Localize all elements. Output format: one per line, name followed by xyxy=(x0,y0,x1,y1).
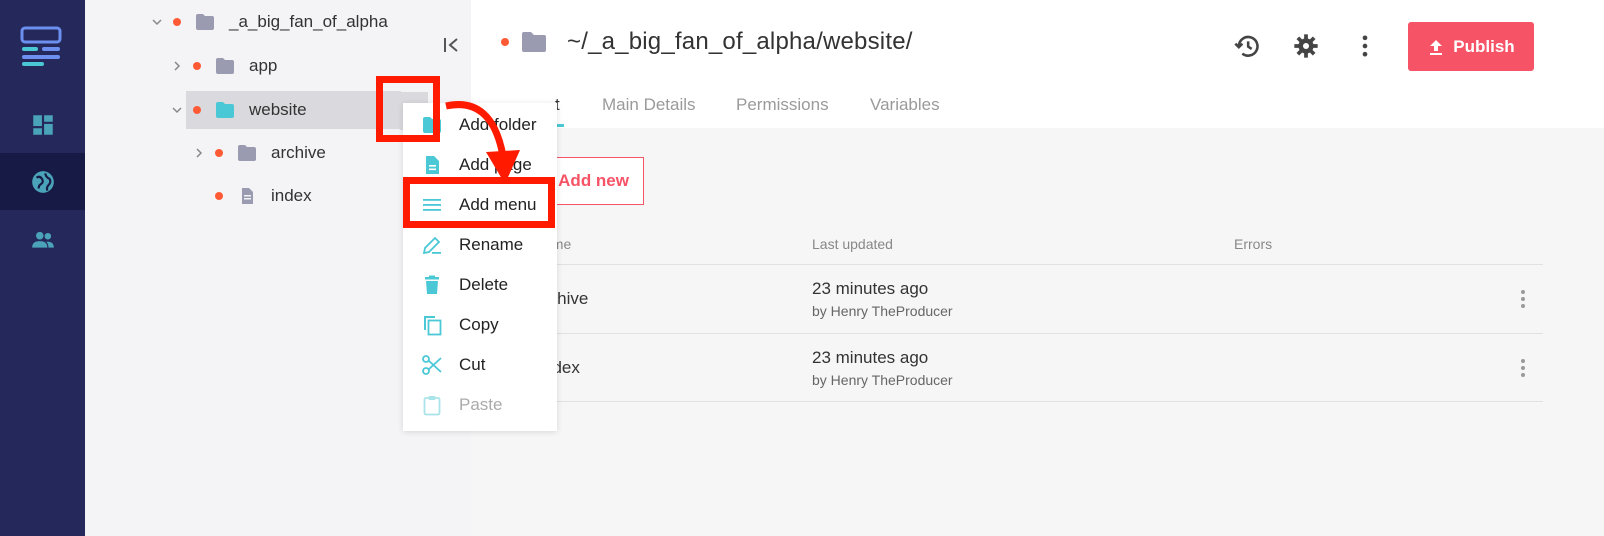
row-more-icon[interactable] xyxy=(1513,287,1533,311)
nav-users[interactable] xyxy=(0,211,85,268)
annotation-arrow-icon xyxy=(445,101,520,184)
status-dot xyxy=(193,106,201,114)
main-content: ~/_a_big_fan_of_alpha/website/ Publish t… xyxy=(471,0,1604,536)
menu-item-label: Paste xyxy=(459,395,503,414)
tab-main-details[interactable]: Main Details xyxy=(602,95,696,115)
chevron-down-icon[interactable] xyxy=(169,102,185,118)
menu-item-label: Copy xyxy=(459,315,499,334)
tree-item-label: index xyxy=(271,186,312,205)
row-author: by Henry TheProducer xyxy=(812,372,953,388)
menu-item-cut[interactable]: Cut xyxy=(403,346,557,384)
tree-item-root[interactable]: _a_big_fan_of_alpha xyxy=(149,3,388,41)
tree-item-website[interactable]: website xyxy=(172,91,401,129)
status-dot xyxy=(215,149,223,157)
collapse-panel-icon[interactable] xyxy=(441,34,463,56)
nav-dashboard[interactable] xyxy=(0,96,85,153)
status-dot xyxy=(501,38,509,46)
menu-item-copy[interactable]: Copy xyxy=(403,306,557,344)
tree-item-label: app xyxy=(249,56,278,75)
menu-item-rename[interactable]: Rename xyxy=(403,226,557,264)
folder-icon xyxy=(237,144,257,162)
row-updated: 23 minutes ago xyxy=(812,279,929,298)
people-icon xyxy=(31,231,54,248)
row-author: by Henry TheProducer xyxy=(812,303,953,319)
logo-icon[interactable] xyxy=(20,25,62,67)
scissors-icon xyxy=(421,354,443,376)
folder-icon xyxy=(215,101,235,119)
dashboard-icon xyxy=(32,114,53,135)
publish-button[interactable]: Publish xyxy=(1408,22,1534,71)
globe-icon xyxy=(31,170,54,193)
tab-permissions[interactable]: Permissions xyxy=(736,95,829,115)
column-header-last-updated[interactable]: Last updated xyxy=(812,236,893,252)
tree-item-label: website xyxy=(249,100,307,119)
status-dot xyxy=(193,62,201,70)
gear-icon[interactable] xyxy=(1292,32,1320,60)
clipboard-icon xyxy=(421,394,443,416)
tree-item-app[interactable]: app xyxy=(169,47,277,85)
menu-item-label: Rename xyxy=(459,235,524,254)
tab-variables[interactable]: Variables xyxy=(870,95,940,115)
folder-icon xyxy=(215,57,235,75)
row-updated: 23 minutes ago xyxy=(812,348,929,367)
status-dot xyxy=(215,192,223,200)
pencil-icon xyxy=(421,234,443,256)
row-more-icon[interactable] xyxy=(1513,356,1533,380)
tree-item-label: _a_big_fan_of_alpha xyxy=(229,12,388,31)
column-header-errors[interactable]: Errors xyxy=(1234,236,1272,252)
folder-icon xyxy=(521,31,547,53)
chevron-right-icon[interactable] xyxy=(169,58,185,74)
annotation-box-actions xyxy=(376,76,440,142)
active-tab-indicator xyxy=(556,124,564,127)
trash-icon xyxy=(421,274,443,296)
tree-item-label: archive xyxy=(271,143,326,162)
folder-icon xyxy=(195,13,215,31)
menu-item-label: Delete xyxy=(459,275,509,294)
app-rail xyxy=(0,0,85,536)
chevron-down-icon[interactable] xyxy=(149,14,165,30)
history-icon[interactable] xyxy=(1233,32,1261,60)
table-row[interactable]: rchive 23 minutes ago by Henry TheProduc… xyxy=(541,264,1543,332)
publish-label: Publish xyxy=(1453,36,1515,56)
tree-item-index[interactable]: index xyxy=(215,177,312,215)
upload-icon xyxy=(1430,39,1443,55)
table-divider xyxy=(541,401,1543,402)
status-dot xyxy=(173,18,181,26)
nav-websites[interactable] xyxy=(0,153,85,210)
page-icon xyxy=(237,187,257,205)
more-options-icon[interactable] xyxy=(1351,32,1379,60)
menu-item-label: Cut xyxy=(459,355,486,374)
tree-item-archive[interactable]: archive xyxy=(191,134,326,172)
chevron-right-icon[interactable] xyxy=(191,145,207,161)
menu-item-delete[interactable]: Delete xyxy=(403,266,557,304)
table-row[interactable]: ndex 23 minutes ago by Henry TheProducer xyxy=(541,333,1543,401)
page-title: ~/_a_big_fan_of_alpha/website/ xyxy=(567,28,913,55)
menu-item-paste[interactable]: Paste xyxy=(403,386,557,424)
copy-icon xyxy=(421,314,443,336)
